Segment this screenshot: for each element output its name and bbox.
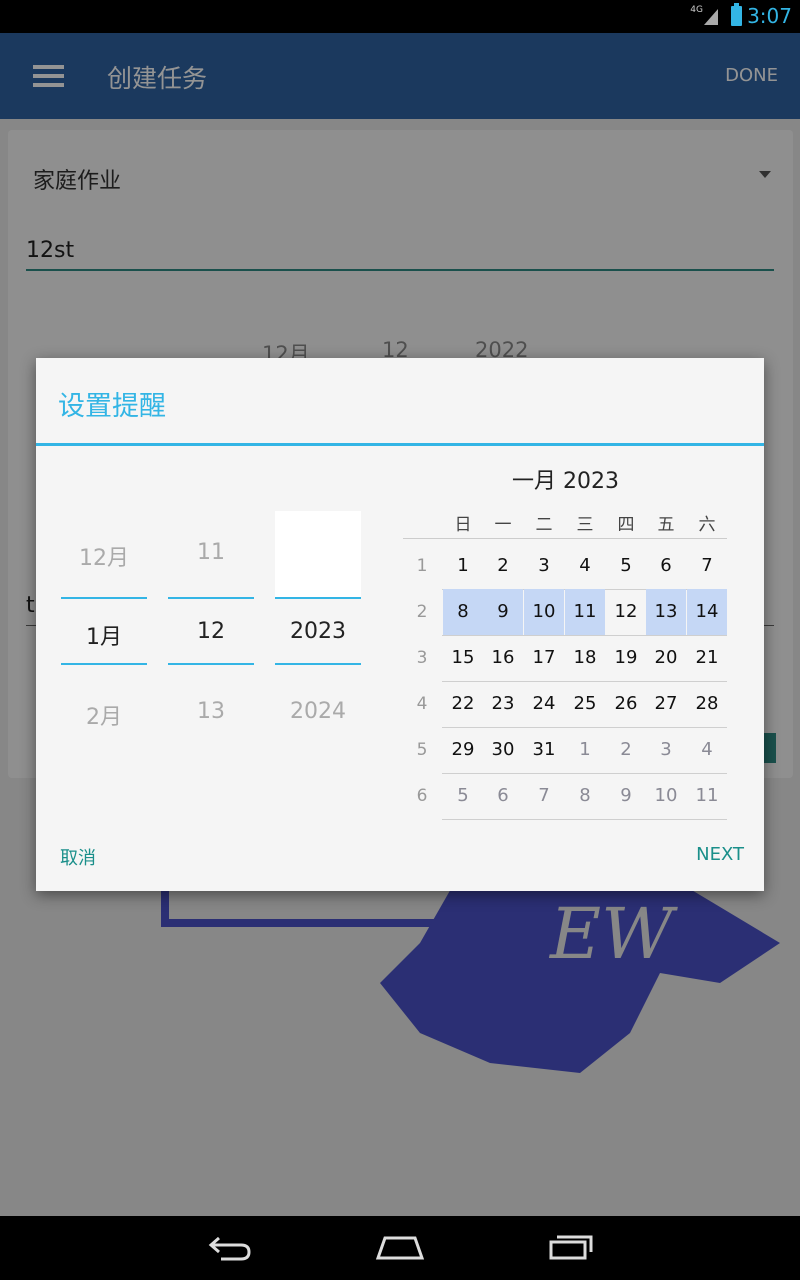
week-number: 1 xyxy=(416,556,428,576)
clock: 3:07 xyxy=(747,4,792,28)
month-current[interactable]: 1月 xyxy=(61,619,147,651)
calendar-day[interactable]: 2 xyxy=(483,543,523,589)
recent-apps-icon[interactable] xyxy=(548,1232,594,1262)
week-number: 3 xyxy=(416,648,428,668)
year-current[interactable]: 2023 xyxy=(275,619,361,644)
week-divider xyxy=(442,819,727,820)
calendar-day[interactable]: 29 xyxy=(443,727,483,773)
picker-divider xyxy=(168,663,254,665)
calendar-day[interactable]: 17 xyxy=(524,635,564,681)
calendar-day[interactable]: 30 xyxy=(483,727,523,773)
calendar-day[interactable]: 5 xyxy=(443,773,483,819)
calendar-day[interactable]: 11 xyxy=(565,589,605,635)
month-picker[interactable]: 12月 1月 2月 xyxy=(61,508,147,748)
calendar-day[interactable]: 14 xyxy=(687,589,727,635)
calendar-day[interactable]: 31 xyxy=(524,727,564,773)
picker-divider xyxy=(61,663,147,665)
weekday-label: 五 xyxy=(657,515,675,535)
week-number: 5 xyxy=(416,740,428,760)
back-icon[interactable] xyxy=(207,1232,253,1262)
calendar-day[interactable]: 6 xyxy=(483,773,523,819)
calendar-day[interactable]: 15 xyxy=(443,635,483,681)
set-reminder-dialog: 设置提醒 12月 1月 2月 11 12 13 2023 2024 一月 202… xyxy=(36,358,764,891)
calendar-day[interactable]: 19 xyxy=(606,635,646,681)
calendar-day[interactable]: 5 xyxy=(606,543,646,589)
day-picker[interactable]: 11 12 13 xyxy=(168,508,254,748)
signal-icon xyxy=(704,9,718,25)
calendar-day[interactable]: 1 xyxy=(565,727,605,773)
picker-divider xyxy=(61,597,147,599)
calendar-day[interactable]: 28 xyxy=(687,681,727,727)
calendar-day[interactable]: 1 xyxy=(443,543,483,589)
week-number: 4 xyxy=(416,694,428,714)
weekday-label: 一 xyxy=(494,515,512,535)
home-icon[interactable] xyxy=(375,1232,425,1262)
month-next[interactable]: 2月 xyxy=(61,699,147,731)
weekday-label: 六 xyxy=(698,515,716,535)
calendar-day[interactable]: 4 xyxy=(565,543,605,589)
network-type: 4G xyxy=(690,5,703,15)
weekday-label: 三 xyxy=(576,515,594,535)
calendar-day[interactable]: 10 xyxy=(524,589,564,635)
calendar-month-title: 一月 2023 xyxy=(512,469,619,494)
calendar-day[interactable]: 24 xyxy=(524,681,564,727)
calendar-separator xyxy=(403,538,727,539)
dialog-divider xyxy=(36,443,764,446)
weekday-label: 二 xyxy=(535,515,553,535)
month-prev[interactable]: 12月 xyxy=(61,540,147,572)
calendar-day[interactable]: 7 xyxy=(687,543,727,589)
calendar-day[interactable]: 4 xyxy=(687,727,727,773)
calendar-day[interactable]: 25 xyxy=(565,681,605,727)
calendar-day[interactable]: 18 xyxy=(565,635,605,681)
calendar-day[interactable]: 7 xyxy=(524,773,564,819)
calendar-day[interactable]: 11 xyxy=(687,773,727,819)
calendar-day[interactable]: 13 xyxy=(646,589,686,635)
picker-divider xyxy=(275,597,361,599)
week-number: 6 xyxy=(416,786,428,806)
day-prev[interactable]: 11 xyxy=(168,540,254,565)
calendar-day[interactable]: 27 xyxy=(646,681,686,727)
calendar-day[interactable]: 26 xyxy=(606,681,646,727)
battery-icon xyxy=(731,3,742,26)
year-next[interactable]: 2024 xyxy=(275,699,361,724)
weekday-label: 四 xyxy=(617,515,635,535)
year-picker[interactable]: 2023 2024 xyxy=(275,508,361,748)
cancel-button[interactable]: 取消 xyxy=(60,844,96,870)
calendar-day[interactable]: 3 xyxy=(524,543,564,589)
week-number: 2 xyxy=(416,602,428,622)
day-next[interactable]: 13 xyxy=(168,699,254,724)
picker-divider xyxy=(275,663,361,665)
next-button[interactable]: NEXT xyxy=(696,844,744,865)
calendar-day[interactable]: 8 xyxy=(565,773,605,819)
status-bar: 4G 3:07 xyxy=(0,0,800,33)
calendar-day[interactable]: 12 xyxy=(606,589,646,635)
calendar-day[interactable]: 10 xyxy=(646,773,686,819)
picker-divider xyxy=(168,597,254,599)
calendar-day[interactable]: 16 xyxy=(483,635,523,681)
navigation-bar xyxy=(0,1216,800,1280)
year-prev-blank xyxy=(275,511,361,599)
calendar-day[interactable]: 23 xyxy=(483,681,523,727)
calendar-day[interactable]: 22 xyxy=(443,681,483,727)
day-current[interactable]: 12 xyxy=(168,619,254,644)
calendar-day[interactable]: 3 xyxy=(646,727,686,773)
dialog-title: 设置提醒 xyxy=(58,391,166,422)
calendar-day[interactable]: 21 xyxy=(687,635,727,681)
weekday-label: 日 xyxy=(454,515,472,535)
calendar-day[interactable]: 8 xyxy=(443,589,483,635)
calendar-day[interactable]: 9 xyxy=(606,773,646,819)
calendar-day[interactable]: 6 xyxy=(646,543,686,589)
calendar-day[interactable]: 2 xyxy=(606,727,646,773)
calendar-day[interactable]: 20 xyxy=(646,635,686,681)
calendar-day[interactable]: 9 xyxy=(483,589,523,635)
